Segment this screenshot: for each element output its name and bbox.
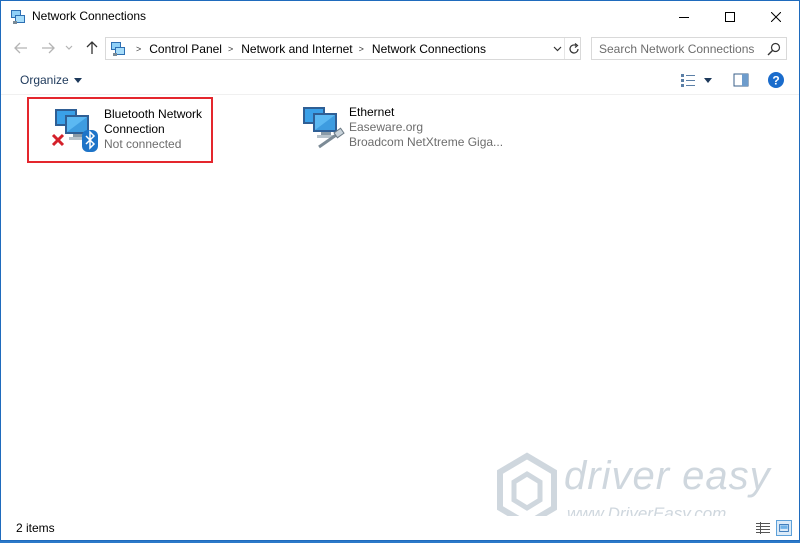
up-arrow-icon [86, 41, 98, 54]
breadcrumb-control-panel[interactable]: Control Panel [149, 42, 222, 56]
svg-text:?: ? [772, 74, 779, 88]
organize-label: Organize [20, 73, 69, 87]
navigation-bar: > Control Panel > Network and Internet >… [1, 34, 799, 62]
caret-down-icon [73, 77, 82, 83]
large-icons-view-icon[interactable] [776, 520, 792, 536]
control-panel-icon [111, 42, 125, 56]
preview-pane-icon[interactable] [733, 72, 749, 88]
status-bar: 2 items [1, 516, 799, 540]
title-bar[interactable]: Network Connections [1, 1, 799, 32]
search-box[interactable] [591, 37, 787, 60]
recent-locations-button[interactable] [61, 37, 77, 59]
connection-name-line2: Connection [104, 122, 165, 136]
close-icon [771, 11, 781, 22]
search-icon[interactable] [766, 41, 782, 57]
back-button[interactable] [10, 37, 32, 59]
breadcrumb-network-connections[interactable]: Network Connections [372, 42, 486, 56]
connection-network: Easeware.org [349, 120, 424, 134]
connection-details: Ethernet Easeware.org Broadcom NetXtreme… [349, 105, 534, 150]
connection-adapter: Broadcom NetXtreme Giga... [349, 135, 504, 149]
explorer-window: Network Connections > Control Panel > Ne… [0, 0, 800, 541]
bluetooth-network-icon [51, 109, 98, 152]
chevron-down-icon [553, 46, 561, 51]
watermark-brand: driver easy [564, 454, 771, 498]
refresh-icon [568, 42, 579, 54]
breadcrumb: > Control Panel > Network and Internet >… [130, 38, 486, 59]
connection-details: Bluetooth Network Connection Not connect… [104, 107, 214, 152]
forward-button[interactable] [37, 37, 59, 59]
breadcrumb-network-and-internet[interactable]: Network and Internet [241, 42, 352, 56]
window-title: Network Connections [32, 9, 147, 23]
close-button[interactable] [753, 1, 799, 32]
view-options-dropdown[interactable] [704, 78, 712, 83]
back-arrow-icon [14, 42, 27, 54]
help-icon[interactable]: ? [767, 71, 785, 89]
organize-button[interactable]: Organize [20, 73, 82, 87]
breadcrumb-separator[interactable]: > [222, 44, 241, 54]
network-connections-icon [11, 10, 25, 24]
maximize-button[interactable] [707, 1, 753, 32]
breadcrumb-separator[interactable]: > [130, 44, 149, 54]
search-input[interactable] [592, 38, 762, 59]
ethernet-network-icon [303, 107, 345, 149]
item-count: 2 items [16, 521, 55, 535]
forward-arrow-icon [42, 42, 55, 54]
details-view-icon[interactable] [755, 520, 771, 536]
connection-item-bluetooth[interactable]: Bluetooth Network Connection Not connect… [27, 97, 213, 163]
connection-status: Not connected [104, 137, 182, 151]
refresh-button[interactable] [564, 38, 582, 59]
command-bar: Organize ? [1, 65, 799, 95]
connection-item-ethernet[interactable]: Ethernet Easeware.org Broadcom NetXtreme… [297, 97, 537, 163]
connections-list: Bluetooth Network Connection Not connect… [1, 96, 799, 528]
connection-name: Ethernet [349, 105, 395, 119]
address-dropdown-button[interactable] [550, 38, 564, 59]
connection-name: Bluetooth Network [104, 107, 203, 121]
up-button[interactable] [81, 37, 103, 59]
address-bar[interactable]: > Control Panel > Network and Internet >… [105, 37, 581, 60]
minimize-button[interactable] [661, 1, 707, 32]
change-view-icon[interactable] [680, 72, 696, 88]
maximize-icon [725, 11, 735, 22]
breadcrumb-separator[interactable]: > [353, 44, 372, 54]
chevron-down-icon [65, 45, 73, 50]
minimize-icon [679, 16, 689, 18]
